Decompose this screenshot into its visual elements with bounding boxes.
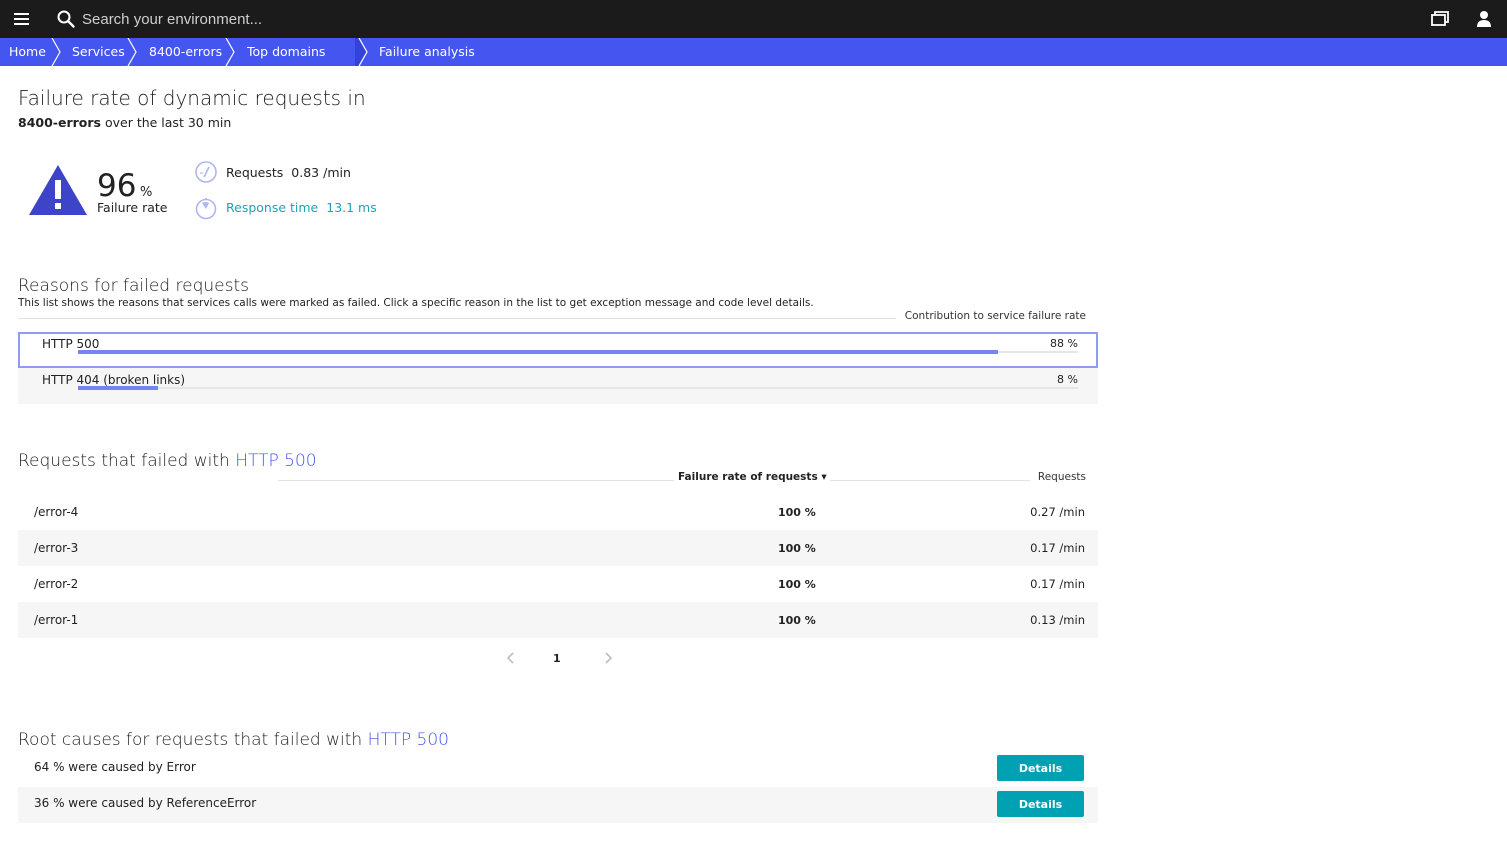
request-path: /error-4 <box>34 505 79 519</box>
request-failure-rate: 100 % <box>778 542 816 555</box>
reason-name: HTTP 404 (broken links) <box>42 373 186 387</box>
breadcrumb-separator <box>225 38 235 66</box>
root-cause-text: 36 % were caused by ReferenceError <box>34 796 257 810</box>
failure-rate-value: 96 <box>97 168 137 204</box>
contribution-bar <box>78 350 1078 354</box>
chevron-left-icon[interactable] <box>504 650 518 666</box>
breadcrumb-top-domains[interactable]: Top domains <box>247 38 325 66</box>
search-input[interactable] <box>82 6 602 32</box>
hamburger-menu-icon[interactable] <box>12 9 32 29</box>
table-row[interactable]: /error-2 100 % 0.17 /min <box>18 566 1098 602</box>
root-cause-row: 64 % were caused by Error Details <box>18 751 1098 787</box>
contribution-bar-fill <box>78 386 158 390</box>
timeframe: over the last 30 min <box>104 115 232 130</box>
contribution-bar-fill <box>78 350 998 354</box>
contribution-label: Contribution to service failure rate <box>904 310 1086 322</box>
page-subtitle: 8400-errors over the last 30 min <box>18 115 231 130</box>
breadcrumb-separator <box>127 38 137 66</box>
reasons-description: This list shows the reasons that service… <box>18 297 814 309</box>
breadcrumb: Home Services 8400-errors Top domains Fa… <box>0 38 1507 66</box>
requests-label: Requests <box>226 165 284 180</box>
response-time-metric[interactable]: Response time 13.1 ms <box>226 200 377 215</box>
request-throughput: 0.17 /min <box>1030 577 1085 591</box>
table-row[interactable]: /error-1 100 % 0.13 /min <box>18 602 1098 638</box>
http-500-link[interactable]: HTTP 500 <box>235 451 316 471</box>
root-cause-text: 64 % were caused by Error <box>34 760 196 774</box>
sort-failure-rate-header[interactable]: Failure rate of requests ▾ <box>678 471 827 483</box>
table-row[interactable]: /error-4 100 % 0.27 /min <box>18 494 1098 530</box>
header-divider <box>830 480 1030 481</box>
http-500-link[interactable]: HTTP 500 <box>368 730 449 750</box>
service-name: 8400-errors <box>18 115 101 130</box>
reasons-title: Reasons for failed requests <box>18 276 249 296</box>
failed-requests-title-prefix: Requests that failed with <box>18 451 230 471</box>
details-button[interactable]: Details <box>997 791 1084 817</box>
response-time-value: 13.1 ms <box>326 200 377 215</box>
search-icon[interactable] <box>56 9 76 29</box>
stopwatch-icon <box>195 198 217 220</box>
contribution-header: Contribution to service failure rate <box>18 310 1086 324</box>
breadcrumb-failure-analysis: Failure analysis <box>379 44 475 59</box>
user-icon[interactable] <box>1473 8 1495 30</box>
requests-column-header[interactable]: Requests <box>1038 471 1086 483</box>
details-button[interactable]: Details <box>997 755 1084 781</box>
response-time-label: Response time <box>226 200 319 215</box>
breadcrumb-service[interactable]: 8400-errors <box>149 38 222 66</box>
root-cause-row: 36 % were caused by ReferenceError Detai… <box>18 787 1098 823</box>
request-failure-rate: 100 % <box>778 614 816 627</box>
request-path: /error-1 <box>34 613 79 627</box>
top-bar <box>0 0 1507 38</box>
request-throughput: 0.17 /min <box>1030 541 1085 555</box>
chevron-right-icon[interactable] <box>601 650 615 666</box>
header-divider <box>18 318 896 319</box>
header-divider <box>278 480 674 481</box>
reason-percent: 88 % <box>1050 337 1078 350</box>
request-throughput: 0.27 /min <box>1030 505 1085 519</box>
request-failure-rate: 100 % <box>778 578 816 591</box>
breadcrumb-home[interactable]: Home <box>9 38 46 66</box>
requests-metric: Requests 0.83 /min <box>226 165 351 180</box>
request-throughput: 0.13 /min <box>1030 613 1085 627</box>
reason-percent: 8 % <box>1057 373 1078 386</box>
breadcrumb-separator <box>355 38 368 66</box>
reason-row[interactable]: HTTP 404 (broken links) 8 % <box>18 368 1098 404</box>
contribution-bar <box>78 386 1078 390</box>
failure-rate-label: Failure rate <box>97 200 168 215</box>
requests-value: 0.83 /min <box>291 165 351 180</box>
failure-rate-unit: % <box>140 185 153 200</box>
reason-name: HTTP 500 <box>42 337 100 351</box>
reason-row[interactable]: HTTP 500 88 % <box>18 332 1098 368</box>
request-path: /error-2 <box>34 577 79 591</box>
root-causes-title: Root causes for requests that failed wit… <box>18 730 449 750</box>
request-failure-rate: 100 % <box>778 506 816 519</box>
breadcrumb-separator <box>51 38 61 66</box>
request-path: /error-3 <box>34 541 79 555</box>
requests-table-header: Failure rate of requests ▾ Requests <box>18 470 1098 486</box>
root-causes-title-prefix: Root causes for requests that failed wit… <box>18 730 363 750</box>
warning-icon <box>29 165 87 215</box>
windows-icon[interactable] <box>1429 8 1451 30</box>
pagination-page[interactable]: 1 <box>553 652 561 665</box>
breadcrumb-services[interactable]: Services <box>72 38 125 66</box>
page-title: Failure rate of dynamic requests in <box>18 86 366 110</box>
throughput-icon <box>195 161 217 183</box>
failed-requests-title: Requests that failed with HTTP 500 <box>18 451 317 471</box>
table-row[interactable]: /error-3 100 % 0.17 /min <box>18 530 1098 566</box>
